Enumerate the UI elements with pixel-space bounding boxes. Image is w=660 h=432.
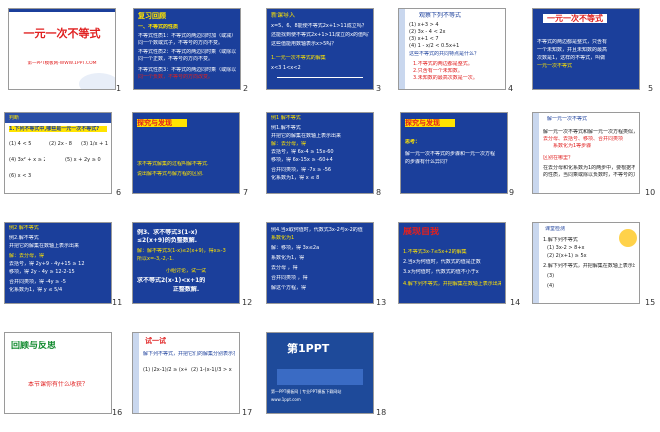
slide-number-2: 2 (243, 84, 249, 93)
slide-thumb-13[interactable]: 例4.当x取何值时，代数式3x-2与x-2的值 系数化为1 解：移项，得 3x≤… (266, 222, 374, 304)
slide-thumb-4[interactable]: 观察下列不等式 (1) x+3 > 4 (2) 3x - 4 < 2x (3) … (398, 8, 506, 90)
slide-thumb-15[interactable]: 课堂检测 1.解下列不等式 (1) 3x-2 > 8+x (2) 2(x+1) … (532, 222, 640, 304)
slide-thumb-10[interactable]: 解一元一次不等式 解一元一次不等式和解一元一次方程类似，有 去分母、去括号、移项… (532, 112, 640, 194)
slide-number-17: 17 (242, 408, 253, 417)
slide-number-3: 3 (376, 84, 382, 93)
slide-title: 一元一次不等式 (23, 27, 101, 40)
slide-number-7: 7 (243, 188, 249, 197)
slide-number-9: 9 (509, 188, 515, 197)
slide-thumb-9[interactable]: 探究与发现 思考： 解一元一次不等式的步骤和一元一次方程 的步骤有什么异同？ (400, 112, 508, 194)
slide-heading: 观察下列不等式 (419, 12, 462, 19)
slide-heading: 判断 (9, 115, 20, 121)
slide-number-4: 4 (508, 84, 514, 93)
slide-thumb-17[interactable]: 试一试 解下列不等式，并把它们的解集分别表示在数轴上. (1) (2x-1)/2… (132, 332, 240, 414)
slide-thumb-6[interactable]: 判断 1.下列不等式中,哪些是一元一次不等式? (1) 4 < 5 (2) 2x… (4, 112, 112, 194)
slide-thumb-16[interactable]: 回顾与反思 本节课你有什么收获？ (4, 332, 112, 414)
slide-thumb-3[interactable]: 新课导入 x=5、6、8能使不等式2x+1>11成立吗？ 还能找到使不等式2x+… (266, 8, 374, 90)
slide-heading: 例2 解不等式 (9, 225, 39, 231)
slide-thumb-8[interactable]: 例1 解不等式 例1.解不等式 并把它的解集在数轴上表示出来 解：去分母，得 去… (266, 112, 374, 194)
slide-number-8: 8 (376, 188, 382, 197)
slide-heading: 第1PPT (287, 343, 330, 355)
slide-thumb-14[interactable]: 展现自我 1.不等式3x-7≤5x+2的解集 2.当x为何值时，代数式的值是正数… (398, 222, 506, 304)
slide-sorter: 一元一次不等式 第一PPT模板网-WWW.1PPT.COM 1 复习回顾 一、不… (0, 0, 660, 432)
slide-thumb-18[interactable]: 第1PPT 第一PPT模板网 | 专业PPT模板下载网站 www.1ppt.co… (266, 332, 374, 414)
slide-heading: 展现自我 (403, 227, 440, 237)
slide-heading: 回顾与反思 (11, 341, 57, 351)
slide-heading: 例1 解不等式 (271, 115, 301, 121)
slide-number-1: 1 (116, 84, 122, 93)
slide-heading: 解一元一次不等式 (547, 116, 588, 122)
slide-number-15: 15 (645, 298, 656, 307)
slide-number-14: 14 (510, 298, 521, 307)
slide-thumb-2[interactable]: 复习回顾 一、不等式的性质 不等式性质1：不等式的两边同时加（或减） 同一个数或… (133, 8, 241, 90)
slide-heading: 试一试 (145, 337, 166, 345)
slide-heading: 探究与发现 (405, 119, 455, 127)
slide-thumb-12[interactable]: 例3、求不等式3(1-x) ≤2(x+9)的负整数解. 解：解不等式3(1-x)… (132, 222, 240, 304)
slide-heading: 复习回顾 (138, 12, 166, 20)
slide-subtitle: 第一PPT模板网-WWW.1PPT.COM (27, 61, 97, 66)
slide-thumb-1[interactable]: 一元一次不等式 第一PPT模板网-WWW.1PPT.COM (8, 8, 116, 90)
slide-number-10: 10 (645, 188, 656, 197)
slide-number-11: 11 (112, 298, 123, 307)
slide-number-13: 13 (376, 298, 387, 307)
slide-number-12: 12 (242, 298, 253, 307)
slide-number-6: 6 (116, 188, 122, 197)
slide-heading: 新课导入 (271, 12, 296, 19)
slide-heading: 一元一次不等式 (543, 14, 607, 23)
slide-thumb-7[interactable]: 探究与发现 求不等式解集的过程叫解不等式. 说出解不等式与解方程的区别. (132, 112, 240, 194)
slide-number-16: 16 (112, 408, 123, 417)
slide-number-5: 5 (648, 84, 654, 93)
slide-number-18: 18 (376, 408, 387, 417)
slide-thumb-11[interactable]: 例2 解不等式 例2.解不等式 并把它的解集在数轴上表示出来 解：去分母，得 去… (4, 222, 112, 304)
slide-heading: 探究与发现 (137, 119, 187, 127)
slide-thumb-5[interactable]: 一元一次不等式 不等式的两边都是整式，只含有 一个未知数，并且未知数的最高 次数… (532, 8, 640, 90)
